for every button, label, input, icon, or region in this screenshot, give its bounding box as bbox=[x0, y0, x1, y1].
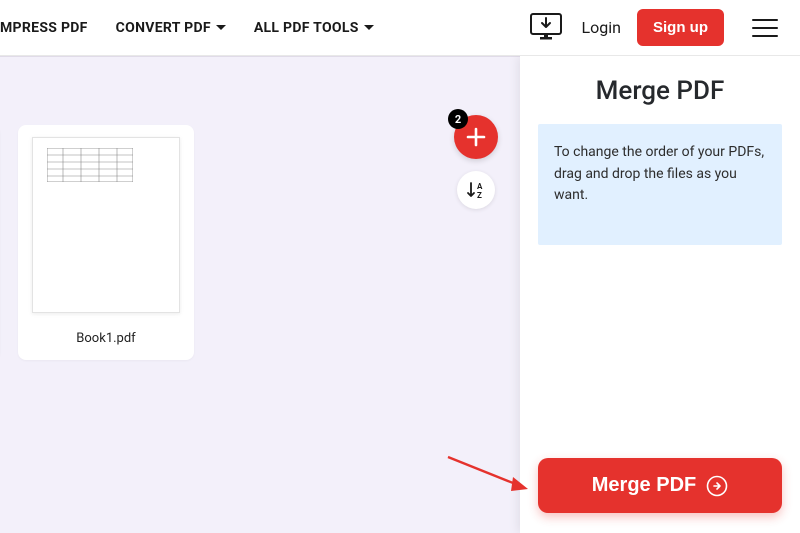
header: MPRESS PDF CONVERT PDF ALL PDF TOOLS Log… bbox=[0, 0, 800, 56]
hamburger-menu-icon[interactable] bbox=[746, 9, 784, 47]
file-card[interactable]: Book1.pdf bbox=[18, 125, 194, 360]
file-preview bbox=[32, 137, 180, 313]
sidebar-title: Merge PDF bbox=[520, 76, 800, 106]
nav-label: MPRESS PDF bbox=[0, 20, 88, 36]
arrow-right-circle-icon bbox=[706, 475, 728, 497]
nav-left: MPRESS PDF CONVERT PDF ALL PDF TOOLS bbox=[0, 20, 374, 36]
file-count-badge: 2 bbox=[448, 109, 468, 129]
merge-pdf-button[interactable]: Merge PDF bbox=[538, 458, 782, 513]
plus-icon bbox=[465, 126, 487, 148]
info-box: To change the order of your PDFs, drag a… bbox=[538, 124, 782, 245]
download-desktop-icon[interactable] bbox=[526, 8, 566, 48]
sort-az-icon: A Z bbox=[466, 180, 486, 200]
chevron-down-icon bbox=[216, 25, 226, 31]
sidebar: Merge PDF To change the order of your PD… bbox=[520, 56, 800, 533]
sort-az-button[interactable]: A Z bbox=[457, 171, 495, 209]
nav-right: Login Sign up bbox=[526, 8, 784, 48]
signup-button[interactable]: Sign up bbox=[637, 9, 724, 46]
merge-button-label: Merge PDF bbox=[592, 474, 696, 497]
workspace: Book1.pdf 2 A Z bbox=[0, 56, 520, 533]
svg-text:A: A bbox=[477, 182, 483, 191]
file-cards: Book1.pdf bbox=[0, 57, 520, 360]
nav-compress-pdf[interactable]: MPRESS PDF bbox=[0, 20, 88, 36]
table-thumbnail-icon bbox=[47, 148, 133, 182]
login-link[interactable]: Login bbox=[582, 18, 621, 37]
svg-text:Z: Z bbox=[477, 191, 482, 200]
nav-label: CONVERT PDF bbox=[116, 20, 211, 36]
floating-buttons: 2 A Z bbox=[454, 115, 498, 209]
nav-label: ALL PDF TOOLS bbox=[254, 20, 359, 36]
file-name: Book1.pdf bbox=[76, 331, 135, 346]
chevron-down-icon bbox=[364, 25, 374, 31]
add-file-button[interactable]: 2 bbox=[454, 115, 498, 159]
nav-convert-pdf[interactable]: CONVERT PDF bbox=[116, 20, 226, 36]
content: Book1.pdf 2 A Z Merge PDF To change th bbox=[0, 56, 800, 533]
nav-all-pdf-tools[interactable]: ALL PDF TOOLS bbox=[254, 20, 374, 36]
